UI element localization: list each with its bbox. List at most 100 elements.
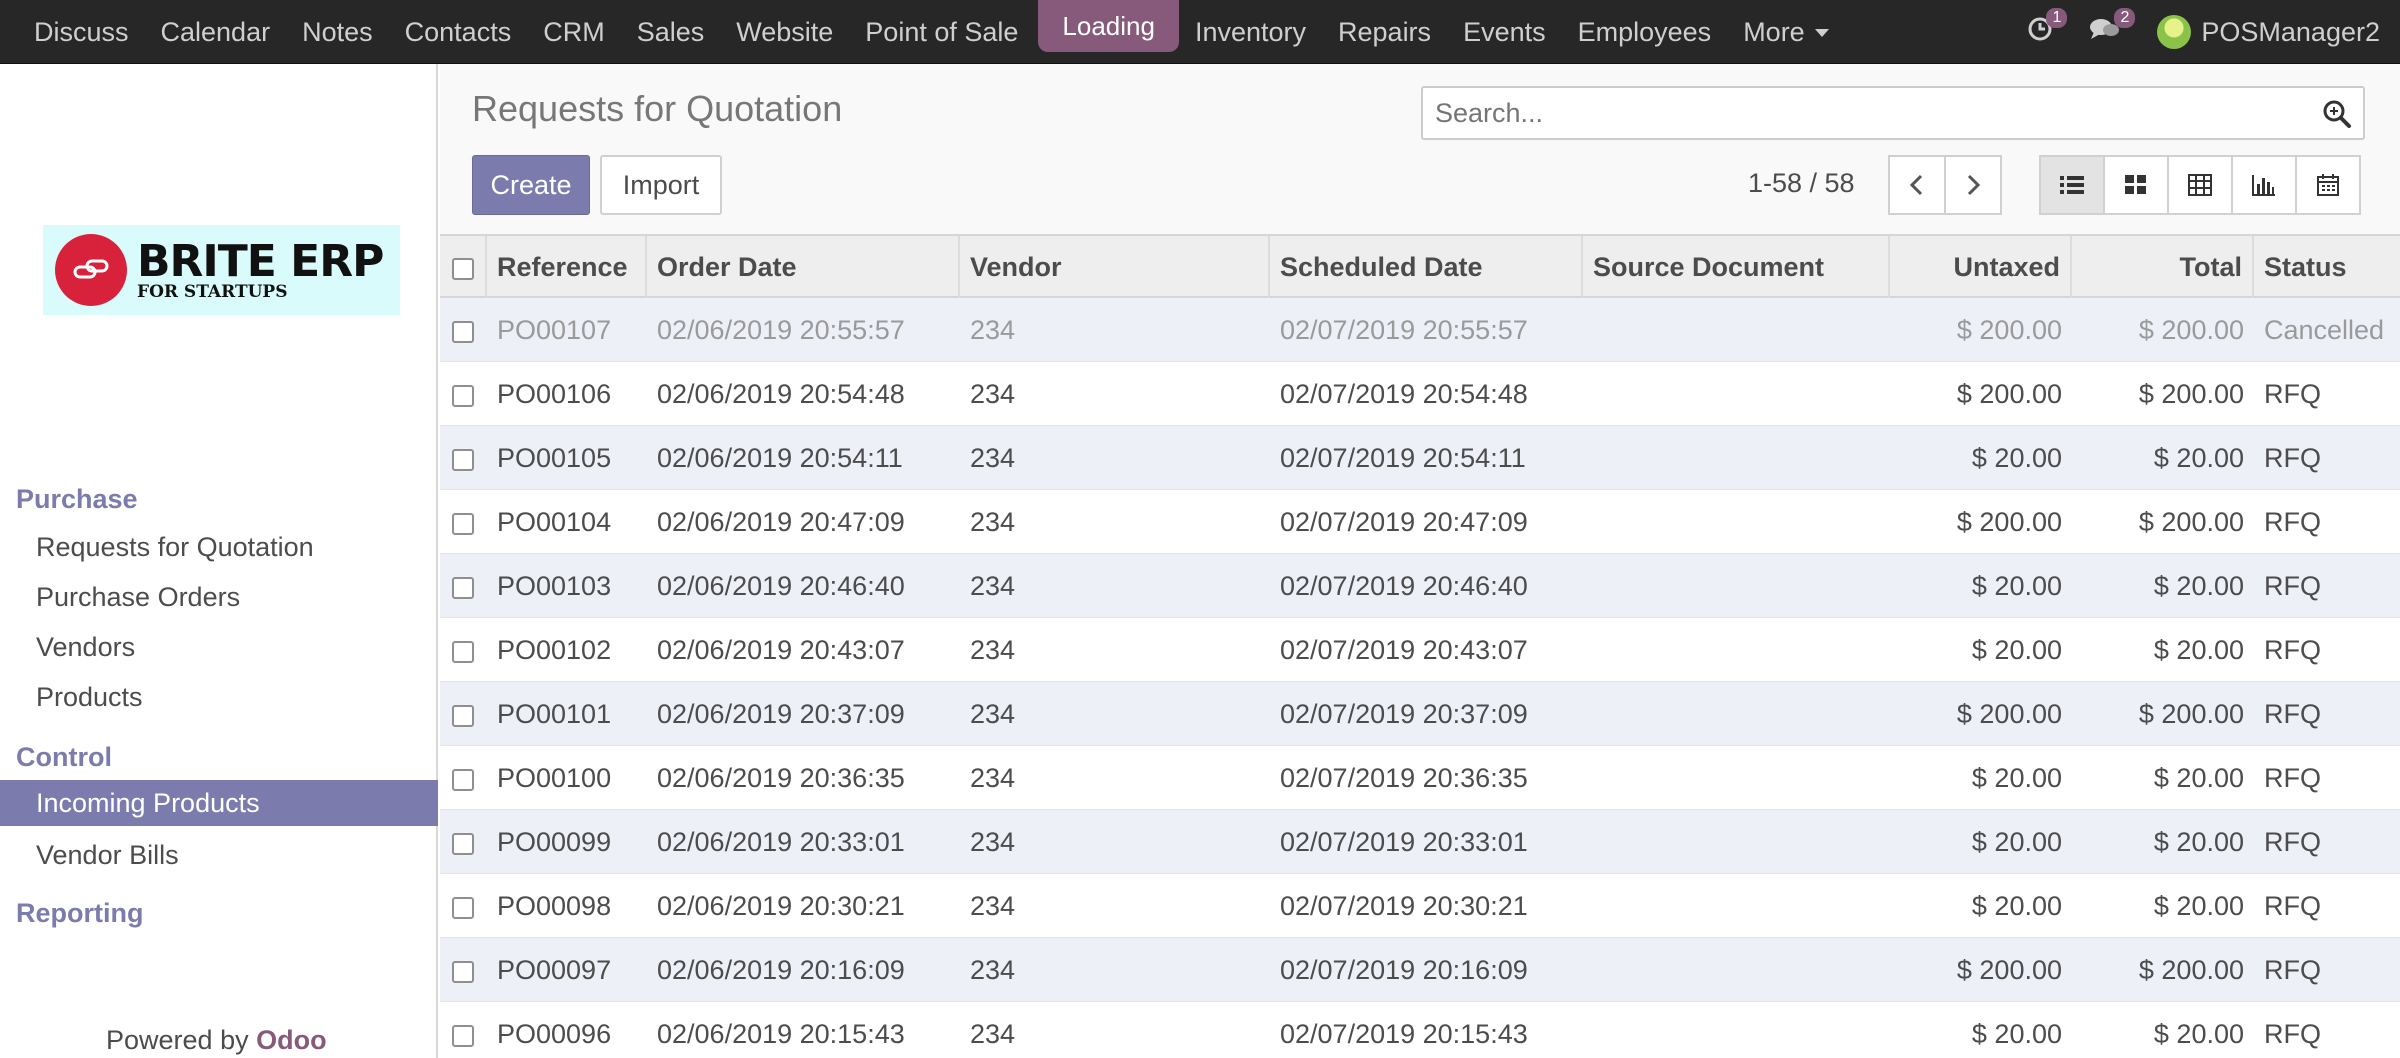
row-checkbox[interactable] [452, 896, 474, 919]
table-row[interactable]: PO00104 02/06/2019 20:47:09 234 02/07/2019 … [440, 490, 2400, 554]
row-checkbox[interactable] [452, 320, 474, 343]
table-row[interactable]: PO00097 02/06/2019 20:16:09 234 02/07/2019 … [440, 938, 2400, 1002]
table-row[interactable]: PO00107 02/06/2019 20:55:57 234 02/07/2019 … [440, 298, 2400, 362]
row-checkbox[interactable] [452, 576, 474, 599]
cell-source-document [1583, 938, 1890, 1002]
header-reference[interactable]: Reference [487, 236, 647, 298]
table-row[interactable]: PO00105 02/06/2019 20:54:11 234 02/07/2019 … [440, 426, 2400, 490]
row-checkbox[interactable] [452, 640, 474, 663]
avatar[interactable] [2157, 15, 2192, 49]
menu-discuss[interactable]: Discuss [34, 17, 129, 48]
row-select-cell [440, 554, 487, 618]
row-checkbox[interactable] [452, 960, 474, 983]
kanban-view-button[interactable] [2103, 155, 2169, 215]
section-reporting[interactable]: Reporting [16, 898, 144, 929]
menu-inventory[interactable]: Inventory [1195, 17, 1306, 48]
create-button[interactable]: Create [472, 155, 590, 215]
menu-events[interactable]: Events [1463, 17, 1546, 48]
rfq-list-table: Reference Order Date Vendor Scheduled Da… [440, 234, 2400, 1058]
user-menu[interactable]: POSManager2 [2201, 17, 2380, 48]
header-untaxed[interactable]: Untaxed [1890, 236, 2072, 298]
messages-button[interactable]: 2 [2089, 7, 2136, 49]
row-checkbox[interactable] [452, 832, 474, 855]
row-select-cell [440, 746, 487, 810]
graph-view-button[interactable] [2231, 155, 2297, 215]
select-all-checkbox[interactable] [452, 257, 474, 280]
sidebar-item-purchase-orders[interactable]: Purchase Orders [36, 582, 240, 613]
import-button[interactable]: Import [600, 155, 722, 215]
menu-website[interactable]: Website [736, 17, 833, 48]
sidebar-item-incoming-products[interactable]: Incoming Products [0, 780, 438, 826]
activity-button[interactable]: 1 [2027, 7, 2068, 49]
cell-scheduled-date: 02/07/2019 20:36:35 [1280, 763, 1528, 793]
menu-crm[interactable]: CRM [543, 17, 605, 48]
cell-total: $ 20.00 [2153, 763, 2244, 793]
table-row[interactable]: PO00101 02/06/2019 20:37:09 234 02/07/2019 … [440, 682, 2400, 746]
table-row[interactable]: PO00106 02/06/2019 20:54:48 234 02/07/2019 … [440, 362, 2400, 426]
sidebar-item-vendors[interactable]: Vendors [36, 632, 135, 663]
cell-total: $ 20.00 [2153, 443, 2244, 473]
menu-sales[interactable]: Sales [637, 17, 705, 48]
header-scheduled-date[interactable]: Scheduled Date [1270, 236, 1583, 298]
section-purchase[interactable]: Purchase [16, 484, 138, 515]
search-icon[interactable] [2317, 94, 2357, 134]
select-all-cell [440, 236, 487, 298]
table-row[interactable]: PO00096 02/06/2019 20:15:43 234 02/07/2019 … [440, 1002, 2400, 1058]
row-checkbox[interactable] [452, 1024, 474, 1047]
menu-employees[interactable]: Employees [1578, 17, 1712, 48]
header-order-date[interactable]: Order Date [647, 236, 960, 298]
pager-next-button[interactable] [1944, 155, 2002, 215]
row-select-cell [440, 874, 487, 938]
header-vendor[interactable]: Vendor [960, 236, 1270, 298]
cell-vendor: 234 [970, 507, 1016, 537]
table-row[interactable]: PO00098 02/06/2019 20:30:21 234 02/07/2019 … [440, 874, 2400, 938]
loading-indicator: Loading [1038, 0, 1179, 52]
menu-point-of-sale[interactable]: Point of Sale [865, 17, 1018, 48]
cell-status: RFQ [2264, 699, 2321, 729]
menu-calendar[interactable]: Calendar [161, 17, 271, 48]
menu-contacts[interactable]: Contacts [405, 17, 512, 48]
list-view-button[interactable] [2039, 155, 2105, 215]
table-body: PO00107 02/06/2019 20:55:57 234 02/07/2019 … [440, 298, 2400, 1058]
header-total[interactable]: Total [2072, 236, 2254, 298]
menu-notes[interactable]: Notes [302, 17, 373, 48]
pager-value[interactable]: 1-58 / 58 [1748, 168, 1855, 199]
menu-repairs[interactable]: Repairs [1338, 17, 1431, 48]
row-select-cell [440, 490, 487, 554]
cell-untaxed: $ 200.00 [1956, 507, 2062, 537]
row-checkbox[interactable] [452, 448, 474, 471]
header-status[interactable]: Status [2254, 236, 2400, 298]
header-source-document[interactable]: Source Document [1583, 236, 1890, 298]
row-checkbox[interactable] [452, 704, 474, 727]
table-row[interactable]: PO00103 02/06/2019 20:46:40 234 02/07/2019 … [440, 554, 2400, 618]
pivot-view-button[interactable] [2167, 155, 2233, 215]
sidebar-item-requests-for-quotation[interactable]: Requests for Quotation [36, 532, 314, 563]
cell-total: $ 200.00 [2138, 315, 2244, 345]
cell-status: RFQ [2264, 379, 2321, 409]
row-checkbox[interactable] [452, 384, 474, 407]
menu-more[interactable]: More [1743, 17, 1829, 48]
odoo-link[interactable]: Odoo [256, 1025, 326, 1055]
table-row[interactable]: PO00099 02/06/2019 20:33:01 234 02/07/2019 … [440, 810, 2400, 874]
pager-previous-button[interactable] [1888, 155, 1946, 215]
cell-order-date: 02/06/2019 20:55:57 [657, 315, 905, 345]
section-control[interactable]: Control [16, 742, 112, 773]
table-row[interactable]: PO00102 02/06/2019 20:43:07 234 02/07/2019 … [440, 618, 2400, 682]
cell-source-document [1583, 618, 1890, 682]
row-select-cell [440, 810, 487, 874]
cell-reference: PO00098 [497, 891, 612, 921]
calendar-view-button[interactable] [2295, 155, 2361, 215]
cell-order-date: 02/06/2019 20:16:09 [657, 955, 905, 985]
cell-untaxed: $ 20.00 [1971, 891, 2062, 921]
cell-reference: PO00100 [497, 763, 612, 793]
cell-untaxed: $ 200.00 [1956, 699, 2062, 729]
systray: 1 2 POSManager2 [2027, 0, 2380, 64]
sidebar-item-products[interactable]: Products [36, 682, 143, 713]
table-row[interactable]: PO00100 02/06/2019 20:36:35 234 02/07/2019 … [440, 746, 2400, 810]
cell-status: Cancelled [2264, 315, 2385, 345]
cell-reference: PO00106 [497, 379, 612, 409]
sidebar-item-vendor-bills[interactable]: Vendor Bills [36, 840, 179, 871]
row-checkbox[interactable] [452, 512, 474, 535]
search-input[interactable] [1423, 88, 2283, 138]
row-checkbox[interactable] [452, 768, 474, 791]
